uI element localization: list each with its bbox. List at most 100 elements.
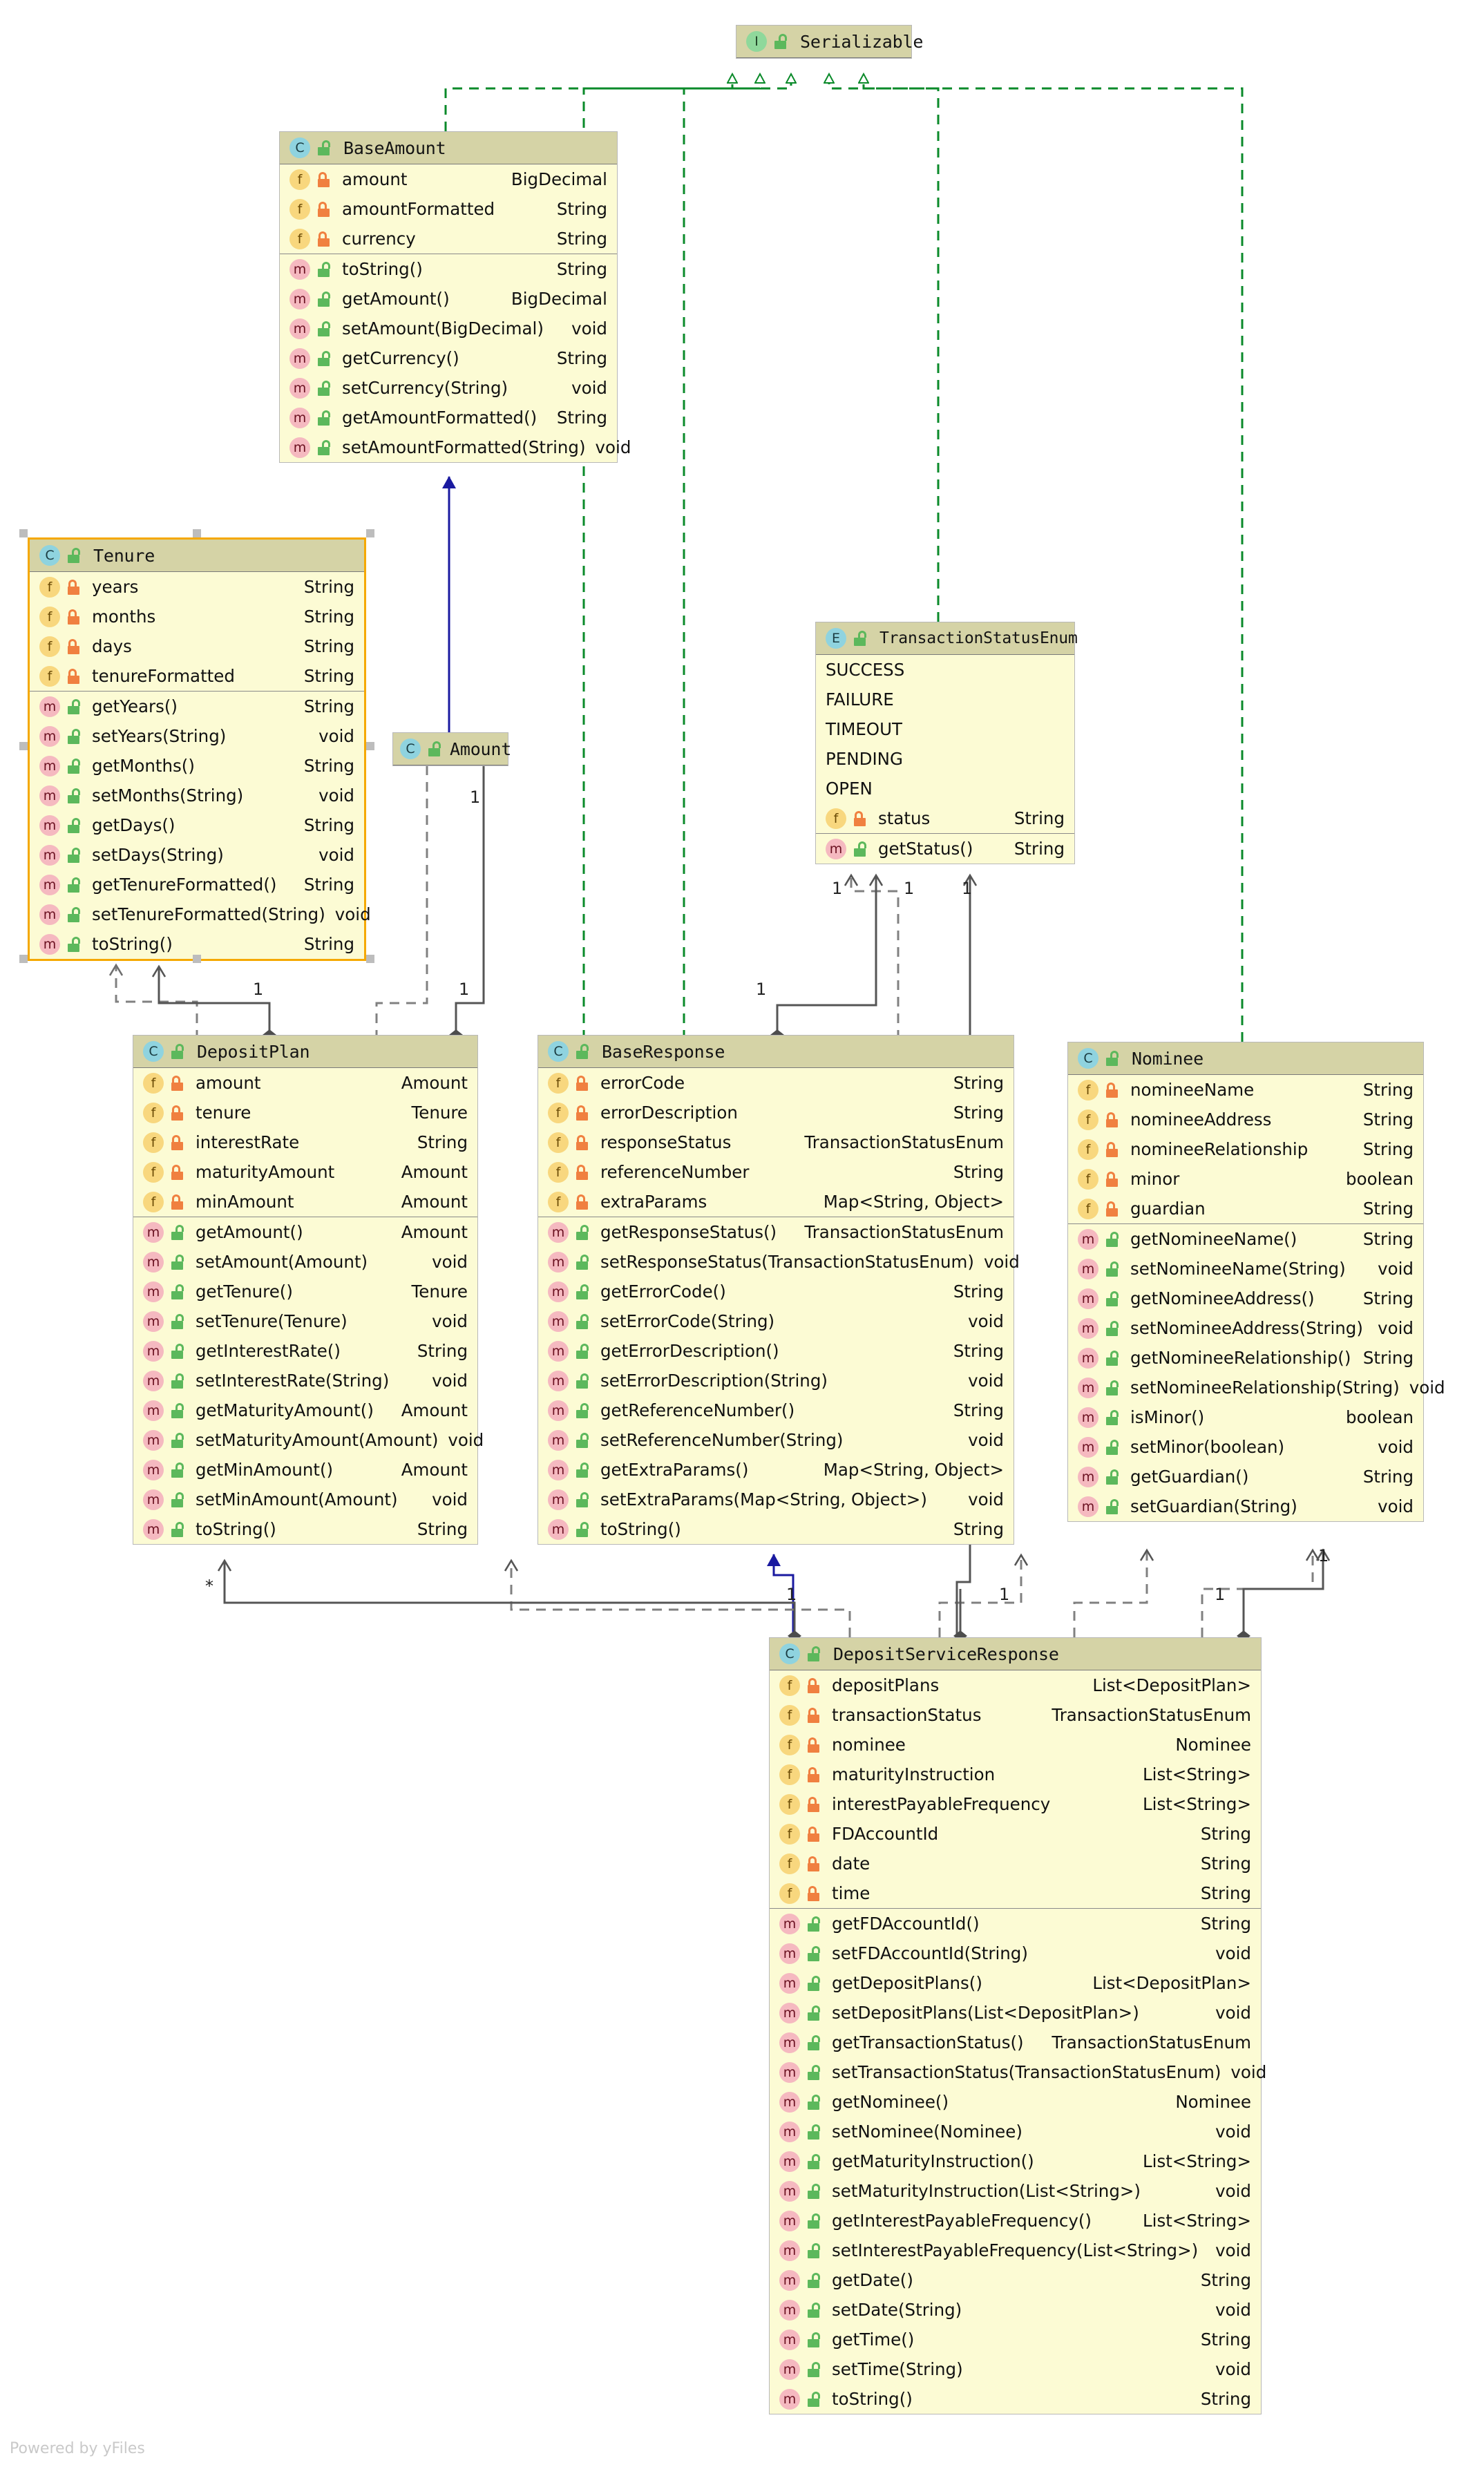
method-row[interactable]: m setGuardian(String) void: [1068, 1492, 1423, 1521]
method-row[interactable]: m getMaturityInstruction() List<String>: [770, 2146, 1261, 2176]
class-node-deposit-service-response[interactable]: C DepositServiceResponse f depositPlans Li…: [769, 1637, 1266, 2414]
method-row[interactable]: m getReferenceNumber() String: [538, 1395, 1014, 1425]
enum-constant-row[interactable]: SUCCESS: [816, 655, 1074, 685]
method-row[interactable]: m setExtraParams(Map<String, Object>) void: [538, 1485, 1014, 1514]
class-node-base-amount[interactable]: C BaseAmount f amount BigDecimal f amoun…: [279, 131, 631, 463]
method-row[interactable]: m getMinAmount() Amount: [133, 1455, 477, 1485]
method-row[interactable]: m setNomineeName(String) void: [1068, 1254, 1423, 1284]
method-row[interactable]: m getNomineeName() String: [1068, 1224, 1423, 1254]
field-row[interactable]: f status String: [816, 803, 1074, 833]
method-row[interactable]: m setMaturityInstruction(List<String>) voi…: [770, 2176, 1261, 2206]
selection-handle[interactable]: [366, 529, 374, 537]
method-row[interactable]: m setMaturityAmount(Amount) void: [133, 1425, 484, 1455]
method-row[interactable]: m getTransactionStatus() TransactionStatus…: [770, 2028, 1261, 2057]
method-row[interactable]: m setNomineeRelationship(String) void: [1068, 1373, 1445, 1402]
field-row[interactable]: f nomineeName String: [1068, 1075, 1423, 1105]
method-row[interactable]: m setTransactionStatus(TransactionStatusE…: [770, 2057, 1266, 2087]
method-row[interactable]: m setInterestPayableFrequency(List<String…: [770, 2236, 1261, 2265]
method-row[interactable]: m setYears(String) void: [30, 721, 364, 751]
field-row[interactable]: f minor boolean: [1068, 1164, 1423, 1194]
method-row[interactable]: m getResponseStatus() TransactionStatusEnu…: [538, 1217, 1014, 1247]
method-row[interactable]: m setReferenceNumber(String) void: [538, 1425, 1014, 1455]
field-row[interactable]: f nomineeRelationship String: [1068, 1134, 1423, 1164]
method-row[interactable]: m getGuardian() String: [1068, 1462, 1423, 1492]
method-row[interactable]: m getDays() String: [30, 810, 364, 840]
method-row[interactable]: m setInterestRate(String) void: [133, 1366, 477, 1395]
class-node-transaction-status-enum[interactable]: E TransactionStatusEnum SUCCESS FAILURE …: [815, 622, 1078, 864]
method-row[interactable]: m getAmount() Amount: [133, 1217, 477, 1247]
method-row[interactable]: m getDepositPlans() List<DepositPlan>: [770, 1968, 1261, 1998]
class-node-nominee[interactable]: C Nominee f nomineeName String f nomineeAdd…: [1067, 1042, 1445, 1522]
method-row[interactable]: m setAmount(Amount) void: [133, 1247, 477, 1277]
field-row[interactable]: f months String: [30, 602, 364, 631]
field-row[interactable]: f tenure Tenure: [133, 1098, 477, 1127]
class-node-deposit-plan[interactable]: C DepositPlan f amount Amount f tenure T…: [133, 1035, 484, 1545]
method-row[interactable]: m getNominee() Nominee: [770, 2087, 1261, 2117]
method-row[interactable]: m setDepositPlans(List<DepositPlan>) void: [770, 1998, 1261, 2028]
method-row[interactable]: m toString() String: [133, 1514, 477, 1544]
field-row[interactable]: f extraParams Map<String, Object>: [538, 1187, 1014, 1217]
method-row[interactable]: m setAmountFormatted(String) void: [280, 432, 631, 462]
selection-handle[interactable]: [366, 742, 374, 750]
method-row[interactable]: m getNomineeAddress() String: [1068, 1284, 1423, 1313]
method-row[interactable]: m getCurrency() String: [280, 343, 617, 373]
field-row[interactable]: f FDAccountId String: [770, 1819, 1261, 1849]
field-row[interactable]: f amount Amount: [133, 1068, 477, 1098]
method-row[interactable]: m getMonths() String: [30, 751, 364, 781]
method-row[interactable]: m getNomineeRelationship() String: [1068, 1343, 1423, 1373]
method-row[interactable]: m setMinAmount(Amount) void: [133, 1485, 477, 1514]
method-row[interactable]: m setFDAccountId(String) void: [770, 1938, 1261, 1968]
class-node-serializable[interactable]: I Serializable: [736, 25, 923, 59]
method-row[interactable]: m setTenureFormatted(String) void: [30, 899, 371, 929]
field-row[interactable]: f guardian String: [1068, 1194, 1423, 1223]
enum-constant-row[interactable]: PENDING: [816, 744, 1074, 774]
field-row[interactable]: f amount BigDecimal: [280, 164, 617, 194]
selection-handle[interactable]: [19, 955, 28, 963]
method-row[interactable]: m getDate() String: [770, 2265, 1261, 2295]
method-row[interactable]: m isMinor() boolean: [1068, 1402, 1423, 1432]
method-row[interactable]: m getStatus() String: [816, 834, 1074, 864]
enum-constant-row[interactable]: OPEN: [816, 774, 1074, 803]
field-row[interactable]: f responseStatus TransactionStatusEnum: [538, 1127, 1014, 1157]
selection-handle[interactable]: [366, 955, 374, 963]
enum-constant-row[interactable]: FAILURE: [816, 685, 1074, 714]
field-row[interactable]: f interestPayableFrequency List<String>: [770, 1789, 1261, 1819]
method-row[interactable]: m setErrorDescription(String) void: [538, 1366, 1014, 1395]
field-row[interactable]: f errorDescription String: [538, 1098, 1014, 1127]
selection-handle[interactable]: [193, 955, 201, 963]
method-row[interactable]: m getFDAccountId() String: [770, 1909, 1261, 1938]
method-row[interactable]: m getErrorCode() String: [538, 1277, 1014, 1306]
method-row[interactable]: m getTenureFormatted() String: [30, 870, 364, 899]
method-row[interactable]: m setDays(String) void: [30, 840, 364, 870]
field-row[interactable]: f referenceNumber String: [538, 1157, 1014, 1187]
method-row[interactable]: m toString() String: [770, 2384, 1261, 2414]
method-row[interactable]: m setMinor(boolean) void: [1068, 1432, 1423, 1462]
selection-handle[interactable]: [19, 742, 28, 750]
class-node-base-response[interactable]: C BaseResponse f errorCode String f errorDe…: [538, 1035, 1020, 1545]
method-row[interactable]: m getTime() String: [770, 2325, 1261, 2354]
method-row[interactable]: m getMaturityAmount() Amount: [133, 1395, 477, 1425]
field-row[interactable]: f years String: [30, 572, 364, 602]
method-row[interactable]: m getErrorDescription() String: [538, 1336, 1014, 1366]
field-row[interactable]: f transactionStatus TransactionStatusEnum: [770, 1700, 1261, 1730]
method-row[interactable]: m setMonths(String) void: [30, 781, 364, 810]
class-node-amount[interactable]: C Amount: [392, 732, 511, 766]
field-row[interactable]: f tenureFormatted String: [30, 661, 364, 691]
field-row[interactable]: f days String: [30, 631, 364, 661]
method-row[interactable]: m getAmount() BigDecimal: [280, 284, 617, 314]
method-row[interactable]: m getInterestRate() String: [133, 1336, 477, 1366]
method-row[interactable]: m setCurrency(String) void: [280, 373, 617, 403]
method-row[interactable]: m setTime(String) void: [770, 2354, 1261, 2384]
field-row[interactable]: f depositPlans List<DepositPlan>: [770, 1670, 1261, 1700]
method-row[interactable]: m getExtraParams() Map<String, Object>: [538, 1455, 1014, 1485]
field-row[interactable]: f maturityInstruction List<String>: [770, 1760, 1261, 1789]
field-row[interactable]: f errorCode String: [538, 1068, 1014, 1098]
method-row[interactable]: m setTenure(Tenure) void: [133, 1306, 477, 1336]
field-row[interactable]: f minAmount Amount: [133, 1187, 477, 1217]
enum-constant-row[interactable]: TIMEOUT: [816, 714, 1074, 744]
field-row[interactable]: f nomineeAddress String: [1068, 1105, 1423, 1134]
method-row[interactable]: m setErrorCode(String) void: [538, 1306, 1014, 1336]
class-node-tenure[interactable]: C Tenure f years String f months String …: [28, 537, 371, 961]
field-row[interactable]: f date String: [770, 1849, 1261, 1878]
field-row[interactable]: f currency String: [280, 224, 617, 254]
